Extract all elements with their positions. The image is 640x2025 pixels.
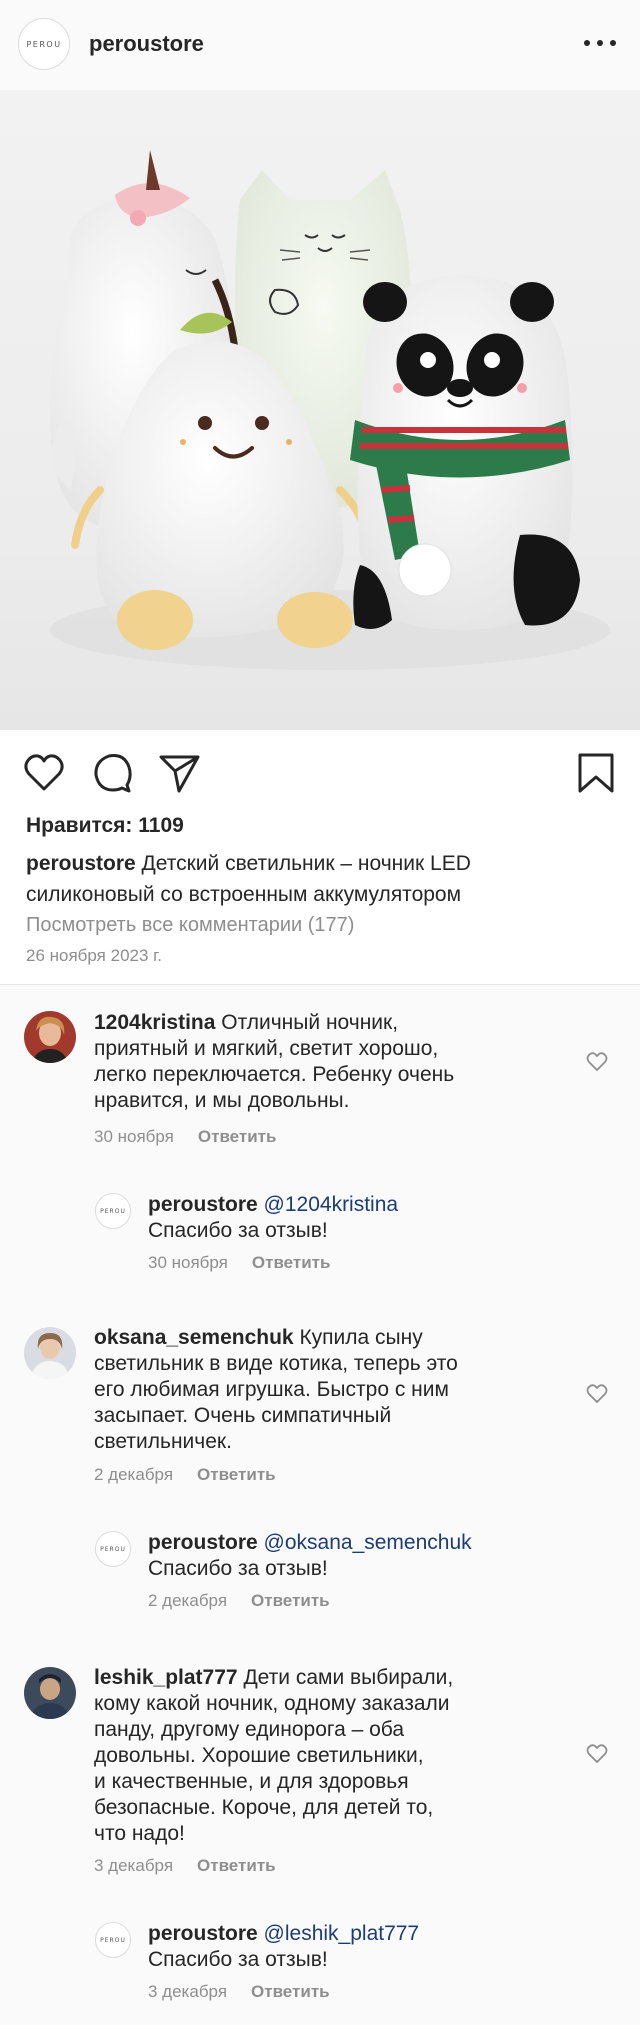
comment-line: панду, другому единорога – оба: [94, 1718, 405, 1741]
heart-icon[interactable]: [22, 751, 66, 795]
comment-text: leshik_plat777 Дети сами выбирали, кому …: [94, 1665, 564, 1847]
comment-username[interactable]: leshik_plat777: [94, 1666, 238, 1689]
reply-date: 2 декабря: [148, 1591, 228, 1610]
mention-link[interactable]: @1204kristina: [264, 1193, 399, 1216]
more-options-icon[interactable]: [584, 30, 616, 56]
mention-link[interactable]: @leshik_plat777: [264, 1922, 420, 1945]
post-date: 26 ноября 2023 г.: [26, 946, 162, 965]
comment-line: довольны. Хорошие светильники,: [94, 1744, 424, 1767]
comment-line: Отличный ночник,: [221, 1011, 399, 1034]
reply-meta: 3 декабря Ответить: [148, 1982, 330, 2002]
comment-line: Купила сыну: [299, 1326, 423, 1349]
reply-text: peroustore @1204kristina Спасибо за отзы…: [148, 1192, 588, 1244]
reply-button[interactable]: Ответить: [197, 1465, 276, 1484]
reply-date: 3 декабря: [148, 1982, 228, 2001]
reply-username[interactable]: peroustore: [148, 1531, 258, 1554]
comment-line: Дети сами выбирали,: [243, 1666, 454, 1689]
reply-text: peroustore @oksana_semenchuk Спасибо за …: [148, 1530, 588, 1582]
reply-text: peroustore @leshik_plat777 Спасибо за от…: [148, 1921, 588, 1973]
reply-username[interactable]: peroustore: [148, 1193, 258, 1216]
bookmark-icon[interactable]: [574, 751, 618, 795]
reply-button[interactable]: Ответить: [252, 1253, 331, 1272]
comment-line: приятный и мягкий, светит хорошо,: [94, 1037, 439, 1060]
store-avatar[interactable]: PEROU: [95, 1922, 131, 1958]
comment-line: безопасные. Короче, для детей то,: [94, 1796, 434, 1819]
store-avatar[interactable]: PEROU: [95, 1193, 131, 1229]
comment-text: 1204kristina Отличный ночник, приятный и…: [94, 1010, 564, 1114]
post-caption: peroustore Детский светильник – ночник L…: [26, 848, 616, 910]
comment-date: 3 декабря: [94, 1856, 174, 1875]
comment-line: светильничек.: [94, 1430, 232, 1453]
reply-meta: 30 ноября Ответить: [148, 1253, 330, 1273]
night-lights-illustration: [50, 150, 610, 670]
reply-username[interactable]: peroustore: [148, 1922, 258, 1945]
likes-count[interactable]: Нравится: 1109: [26, 814, 184, 838]
comment-date: 30 ноября: [94, 1127, 174, 1146]
store-avatar[interactable]: PEROU: [18, 18, 70, 70]
reply-line: Спасибо за отзыв!: [148, 1948, 328, 1971]
view-all-comments-link[interactable]: Посмотреть все комментарии (177): [26, 914, 354, 937]
comment-username[interactable]: oksana_semenchuk: [94, 1326, 294, 1349]
post-header: PEROU peroustore: [0, 0, 640, 90]
comment-line: легко переключается. Ребенку очень: [94, 1063, 455, 1086]
comment-line: засыпает. Очень симпатичный: [94, 1404, 392, 1427]
panda-lamp: [350, 275, 580, 630]
comment-meta: 2 декабря Ответить: [94, 1465, 276, 1485]
reply-button[interactable]: Ответить: [251, 1591, 330, 1610]
comment-line: нравится, и мы довольны.: [94, 1089, 350, 1112]
logo-text: PEROU: [26, 39, 62, 49]
reply-line: Спасибо за отзыв!: [148, 1557, 328, 1580]
comment-line: кому какой ночник, одному заказали: [94, 1692, 450, 1715]
logo-text: PEROU: [100, 1545, 126, 1553]
comment-like-heart-icon[interactable]: [586, 1052, 608, 1072]
comment-username[interactable]: 1204kristina: [94, 1011, 215, 1034]
reply-button[interactable]: Ответить: [198, 1127, 277, 1146]
comment-like-heart-icon[interactable]: [586, 1384, 608, 1404]
comment-line: и качественные, и для здоровья: [94, 1770, 409, 1793]
comment-meta: 3 декабря Ответить: [94, 1856, 276, 1876]
comment-meta: 30 ноября Ответить: [94, 1127, 276, 1147]
reply-button[interactable]: Ответить: [197, 1856, 276, 1875]
action-bar: [0, 745, 640, 801]
comment-line: что надо!: [94, 1822, 185, 1845]
reply-date: 30 ноября: [148, 1253, 228, 1272]
mention-link[interactable]: @oksana_semenchuk: [264, 1531, 472, 1554]
comment-line: его любимая игрушка. Быстро с ним: [94, 1378, 449, 1401]
store-avatar[interactable]: PEROU: [95, 1531, 131, 1567]
logo-text: PEROU: [100, 1207, 126, 1215]
commenter-avatar[interactable]: [24, 1327, 76, 1379]
caption-username[interactable]: peroustore: [26, 852, 136, 875]
commenter-avatar[interactable]: [24, 1667, 76, 1719]
reply-meta: 2 декабря Ответить: [148, 1591, 330, 1611]
commenter-avatar[interactable]: [24, 1011, 76, 1063]
comment-icon[interactable]: [91, 751, 135, 795]
comments-section: 1204kristina Отличный ночник, приятный и…: [0, 985, 640, 2025]
send-icon[interactable]: [157, 751, 201, 795]
logo-text: PEROU: [100, 1936, 126, 1944]
caption-text-line-1: Детский светильник – ночник LED: [141, 852, 471, 875]
comment-date: 2 декабря: [94, 1465, 174, 1484]
post-image[interactable]: [0, 90, 640, 730]
comment-like-heart-icon[interactable]: [586, 1744, 608, 1764]
comment-line: светильник в виде котика, теперь это: [94, 1352, 458, 1375]
reply-button[interactable]: Ответить: [251, 1982, 330, 2001]
caption-text-line-2: силиконовый со встроенным аккумулятором: [26, 883, 462, 906]
header-username[interactable]: peroustore: [89, 31, 204, 57]
reply-line: Спасибо за отзыв!: [148, 1219, 328, 1242]
comment-text: oksana_semenchuk Купила сыну светильник …: [94, 1325, 564, 1455]
